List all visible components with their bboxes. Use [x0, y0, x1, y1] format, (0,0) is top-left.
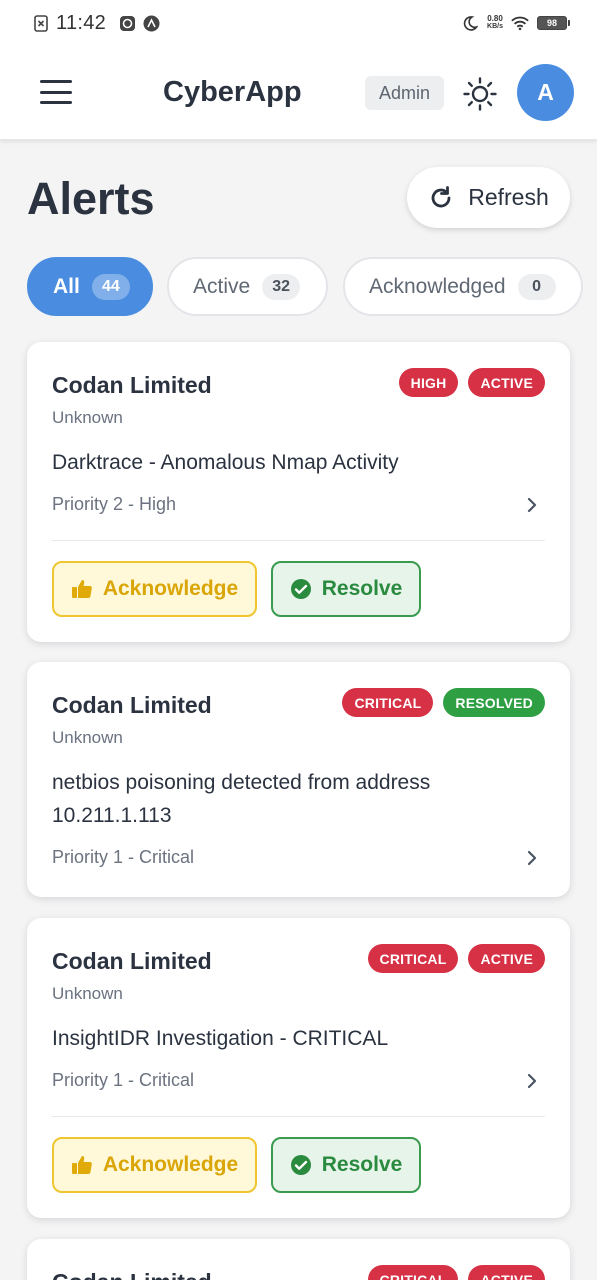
alert-source: Unknown [52, 984, 123, 1003]
status-bar: 11:42 0.80 KB/s 98 [0, 0, 597, 46]
alert-description: Darktrace - Anomalous Nmap Activity [52, 451, 399, 474]
severity-badge: HIGH [398, 368, 459, 397]
alert-company: Codan Limited [52, 1269, 212, 1280]
status-badge: RESOLVED [443, 688, 545, 717]
filter-tab-label: Active [193, 274, 251, 298]
alert-company: Codan Limited [52, 948, 212, 974]
menu-icon[interactable] [40, 80, 72, 104]
avatar[interactable]: A [517, 64, 574, 121]
check-circle-icon [290, 1154, 312, 1176]
filter-tab-active[interactable]: Active 32 [167, 257, 328, 316]
alert-card[interactable]: Codan Limited HIGH ACTIVE Unknown Darktr… [27, 342, 570, 642]
thumbs-up-icon [71, 578, 93, 600]
filter-tab-count: 32 [262, 273, 301, 300]
app-notification-icon-2 [142, 14, 160, 32]
filter-tab-count: 44 [91, 273, 130, 300]
resolve-button[interactable]: Resolve [271, 1137, 421, 1193]
refresh-button[interactable]: Refresh [407, 167, 570, 228]
filter-tab-label: All [53, 274, 80, 298]
alert-card[interactable]: Codan Limited CRITICAL ACTIVE [27, 1239, 570, 1280]
filter-tab-all[interactable]: All 44 [27, 257, 153, 316]
chevron-right-icon[interactable] [524, 850, 540, 866]
page-title: Alerts [27, 173, 155, 224]
divider [52, 540, 545, 541]
resolve-label: Resolve [321, 577, 403, 600]
alert-priority: Priority 1 - Critical [52, 1070, 195, 1090]
alert-priority: Priority 1 - Critical [52, 847, 195, 867]
chevron-right-icon[interactable] [524, 1073, 540, 1089]
wifi-icon [511, 14, 529, 32]
app-notification-icon [118, 14, 136, 32]
sun-icon[interactable] [460, 74, 500, 114]
alert-source: Unknown [52, 728, 123, 747]
filter-tabs: All 44 Active 32 Acknowledged 0 [27, 257, 597, 316]
severity-badge: CRITICAL [367, 944, 459, 973]
resolve-button[interactable]: Resolve [271, 561, 421, 617]
filter-tab-count: 0 [517, 273, 556, 300]
severity-badge: CRITICAL [367, 1265, 459, 1280]
check-circle-icon [290, 578, 312, 600]
acknowledge-button[interactable]: Acknowledge [52, 1137, 257, 1193]
status-badge: ACTIVE [468, 944, 545, 973]
alert-priority: Priority 2 - High [52, 494, 177, 514]
refresh-icon [428, 185, 454, 211]
moon-icon [461, 14, 479, 32]
acknowledge-label: Acknowledge [102, 577, 239, 600]
refresh-label: Refresh [468, 184, 549, 210]
alert-source: Unknown [52, 408, 123, 427]
status-badge: ACTIVE [468, 1265, 545, 1280]
alert-description: netbios poisoning detected from address … [52, 771, 431, 827]
alert-card[interactable]: Codan Limited CRITICAL ACTIVE Unknown In… [27, 918, 570, 1218]
chevron-right-icon[interactable] [524, 497, 540, 513]
alert-company: Codan Limited [52, 372, 212, 398]
acknowledge-label: Acknowledge [102, 1153, 239, 1176]
status-time: 11:42 [56, 11, 107, 34]
app-title: CyberApp [163, 76, 302, 108]
resolve-label: Resolve [321, 1153, 403, 1176]
divider [52, 1116, 545, 1117]
severity-badge: CRITICAL [342, 688, 434, 717]
alert-description: InsightIDR Investigation - CRITICAL [52, 1027, 389, 1050]
network-speed: 0.80 KB/s [487, 14, 503, 31]
role-badge: Admin [365, 76, 444, 110]
thumbs-up-icon [71, 1154, 93, 1176]
acknowledge-button[interactable]: Acknowledge [52, 561, 257, 617]
battery-indicator: 98 [537, 16, 570, 30]
notification-x-icon [32, 14, 50, 32]
status-badge: ACTIVE [468, 368, 545, 397]
alert-card[interactable]: Codan Limited CRITICAL RESOLVED Unknown … [27, 662, 570, 897]
filter-tab-acknowledged[interactable]: Acknowledged 0 [343, 257, 583, 316]
alert-company: Codan Limited [52, 692, 212, 718]
app-bar: CyberApp Admin A [0, 46, 597, 140]
filter-tab-label: Acknowledged [369, 274, 506, 298]
